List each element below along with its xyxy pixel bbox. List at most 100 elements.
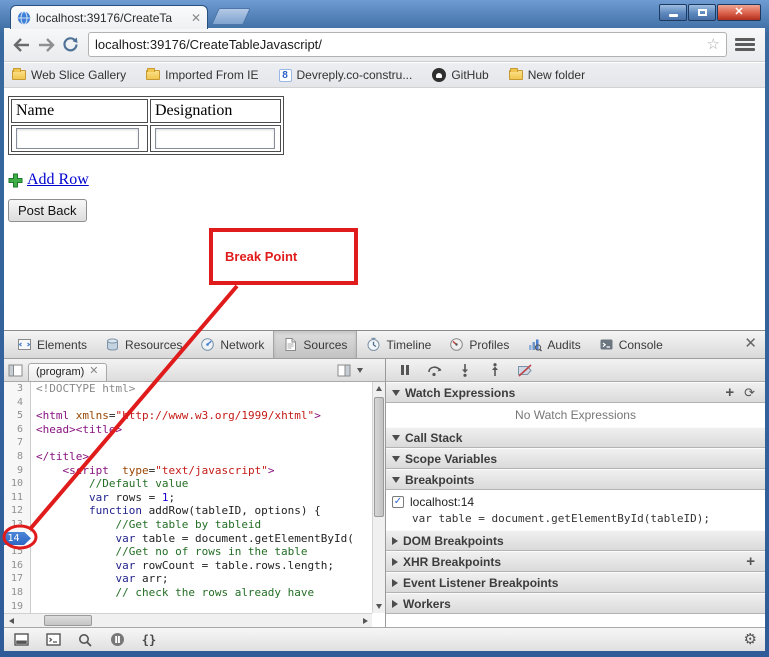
devtools-tab-elements[interactable]: Elements (8, 331, 96, 358)
pretty-print-button[interactable]: {} (140, 631, 158, 649)
bookmark-imported-from-ie[interactable]: Imported From IE (146, 68, 259, 82)
section-watch-expressions[interactable]: Watch Expressions + ⟳ (386, 382, 765, 403)
bookmark-devreply[interactable]: 8 Devreply.co-constru... (278, 68, 412, 82)
code-line[interactable]: 19 (4, 599, 372, 613)
code-line[interactable]: 4 (4, 395, 372, 410)
devtools-tab-sources[interactable]: Sources (273, 331, 358, 358)
minimize-button[interactable] (659, 4, 687, 21)
code-line[interactable]: 11 var rows = 1; (4, 490, 372, 505)
line-number[interactable]: 17 (4, 572, 31, 586)
section-xhr-breakpoints[interactable]: XHR Breakpoints + (386, 551, 765, 572)
code-line[interactable]: 18 // check the rows already have (4, 585, 372, 600)
devtools-tab-resources[interactable]: Resources (96, 331, 191, 358)
section-call-stack[interactable]: Call Stack (386, 427, 765, 448)
menu-button[interactable] (735, 37, 755, 52)
pause-on-exceptions-button[interactable] (108, 631, 126, 649)
reload-button[interactable] (58, 33, 82, 57)
scroll-left-button[interactable] (4, 614, 18, 627)
breakpoint-snippet[interactable]: var table = document.getElementById(tabl… (392, 512, 759, 525)
show-navigator-icon[interactable] (8, 364, 23, 377)
code-line[interactable]: 7 (4, 436, 372, 450)
line-number[interactable]: 9 (4, 463, 31, 478)
vertical-scroll-thumb[interactable] (374, 397, 384, 517)
code-line[interactable]: 6 <head><title> (4, 422, 372, 437)
code-line[interactable]: 17 var arr; (4, 572, 372, 586)
devtools-close-icon[interactable]: ✕ (744, 336, 757, 351)
code-line[interactable]: 5 <html xmlns="http://www.w3.org/1999/xht… (4, 409, 372, 423)
line-number[interactable]: 11 (4, 490, 31, 505)
section-breakpoints[interactable]: Breakpoints (386, 469, 765, 490)
line-number[interactable]: 16 (4, 558, 31, 573)
code-line[interactable]: 12 function addRow(tableID, options) { (4, 504, 372, 518)
source-file-tab[interactable]: (program) ✕ (28, 362, 107, 381)
toggle-panel-icon[interactable] (337, 364, 351, 377)
add-row-link[interactable]: Add Row (27, 171, 89, 189)
step-over-button[interactable] (426, 361, 444, 379)
section-event-listener-breakpoints[interactable]: Event Listener Breakpoints (386, 572, 765, 593)
chevron-down-icon[interactable] (357, 367, 363, 373)
code-line[interactable]: 13 //Get table by tableid (4, 517, 372, 532)
step-out-button[interactable] (486, 361, 504, 379)
section-dom-breakpoints[interactable]: DOM Breakpoints (386, 530, 765, 551)
line-number[interactable]: 13 (4, 517, 31, 532)
devtools-tab-timeline[interactable]: Timeline (357, 331, 440, 358)
line-number[interactable]: 3 (4, 382, 31, 396)
bookmark-new-folder[interactable]: New folder (508, 68, 585, 82)
new-tab-button[interactable] (211, 8, 251, 25)
back-button[interactable] (10, 33, 34, 57)
line-number[interactable]: 15 (4, 545, 31, 559)
line-number[interactable]: 8 (4, 449, 31, 464)
designation-input[interactable] (155, 128, 275, 149)
line-number[interactable]: 19 (4, 599, 31, 613)
code-line[interactable]: 15 //Get no of rows in the table (4, 545, 372, 559)
devtools-tab-network[interactable]: Network (191, 331, 273, 358)
address-bar[interactable]: localhost:39176/CreateTableJavascript/ ☆ (88, 32, 727, 57)
forward-button[interactable] (34, 33, 58, 57)
dock-button[interactable] (12, 631, 30, 649)
add-xhr-breakpoint-icon[interactable]: + (746, 554, 755, 569)
code-line[interactable]: 10 //Default value (4, 477, 372, 491)
breakpoint-marker[interactable]: 14 (4, 531, 31, 546)
browser-tab[interactable]: localhost:39176/CreateTa ✕ (10, 5, 208, 29)
post-back-button[interactable]: Post Back (8, 199, 87, 222)
line-number[interactable]: 18 (4, 585, 31, 600)
maximize-button[interactable] (688, 4, 716, 21)
breakpoint-checkbox[interactable]: ✓ (392, 495, 404, 508)
file-tab-close-icon[interactable]: ✕ (89, 366, 98, 377)
line-number[interactable]: 4 (4, 395, 31, 410)
line-number[interactable]: 10 (4, 477, 31, 491)
scroll-down-button[interactable] (373, 600, 385, 613)
devtools-tab-console[interactable]: Console (590, 331, 672, 358)
code-line[interactable]: 9 <script type="text/javascript"> (4, 463, 372, 478)
code-line[interactable]: 16 var rowCount = table.rows.length; (4, 558, 372, 573)
code-editor[interactable]: 3 <!DOCTYPE html> 4 5 <html xmlns="http://ww… (4, 382, 372, 613)
pause-button[interactable] (396, 361, 414, 379)
code-line[interactable]: 14 var table = document.getElementById( (4, 531, 372, 546)
line-number[interactable]: 6 (4, 422, 31, 437)
scroll-right-button[interactable] (358, 614, 372, 627)
section-scope-variables[interactable]: Scope Variables (386, 448, 765, 469)
code-line[interactable]: 3 <!DOCTYPE html> (4, 382, 372, 396)
breakpoint-location[interactable]: localhost:14 (410, 495, 474, 509)
step-into-button[interactable] (456, 361, 474, 379)
bookmark-star-icon[interactable]: ☆ (707, 37, 720, 52)
devtools-tab-audits[interactable]: Audits (518, 331, 589, 358)
search-button[interactable] (76, 631, 94, 649)
deactivate-breakpoints-button[interactable] (516, 361, 534, 379)
console-drawer-button[interactable] (44, 631, 62, 649)
line-number[interactable]: 7 (4, 436, 31, 450)
line-number[interactable]: 12 (4, 504, 31, 518)
line-number[interactable]: 5 (4, 409, 31, 423)
scroll-up-button[interactable] (373, 382, 385, 395)
devtools-tab-profiles[interactable]: Profiles (440, 331, 518, 358)
section-workers[interactable]: Workers (386, 593, 765, 614)
bookmark-web-slice-gallery[interactable]: Web Slice Gallery (12, 68, 126, 82)
close-button[interactable]: ✕ (717, 4, 761, 21)
editor-vertical-scrollbar[interactable] (372, 382, 385, 613)
name-input[interactable] (16, 128, 139, 149)
code-line[interactable]: 8 </title> (4, 449, 372, 464)
bookmark-github[interactable]: GitHub (432, 68, 489, 82)
add-watch-icon[interactable]: + (725, 385, 734, 400)
editor-horizontal-scrollbar[interactable] (4, 613, 372, 627)
tab-close-icon[interactable]: ✕ (191, 12, 201, 24)
